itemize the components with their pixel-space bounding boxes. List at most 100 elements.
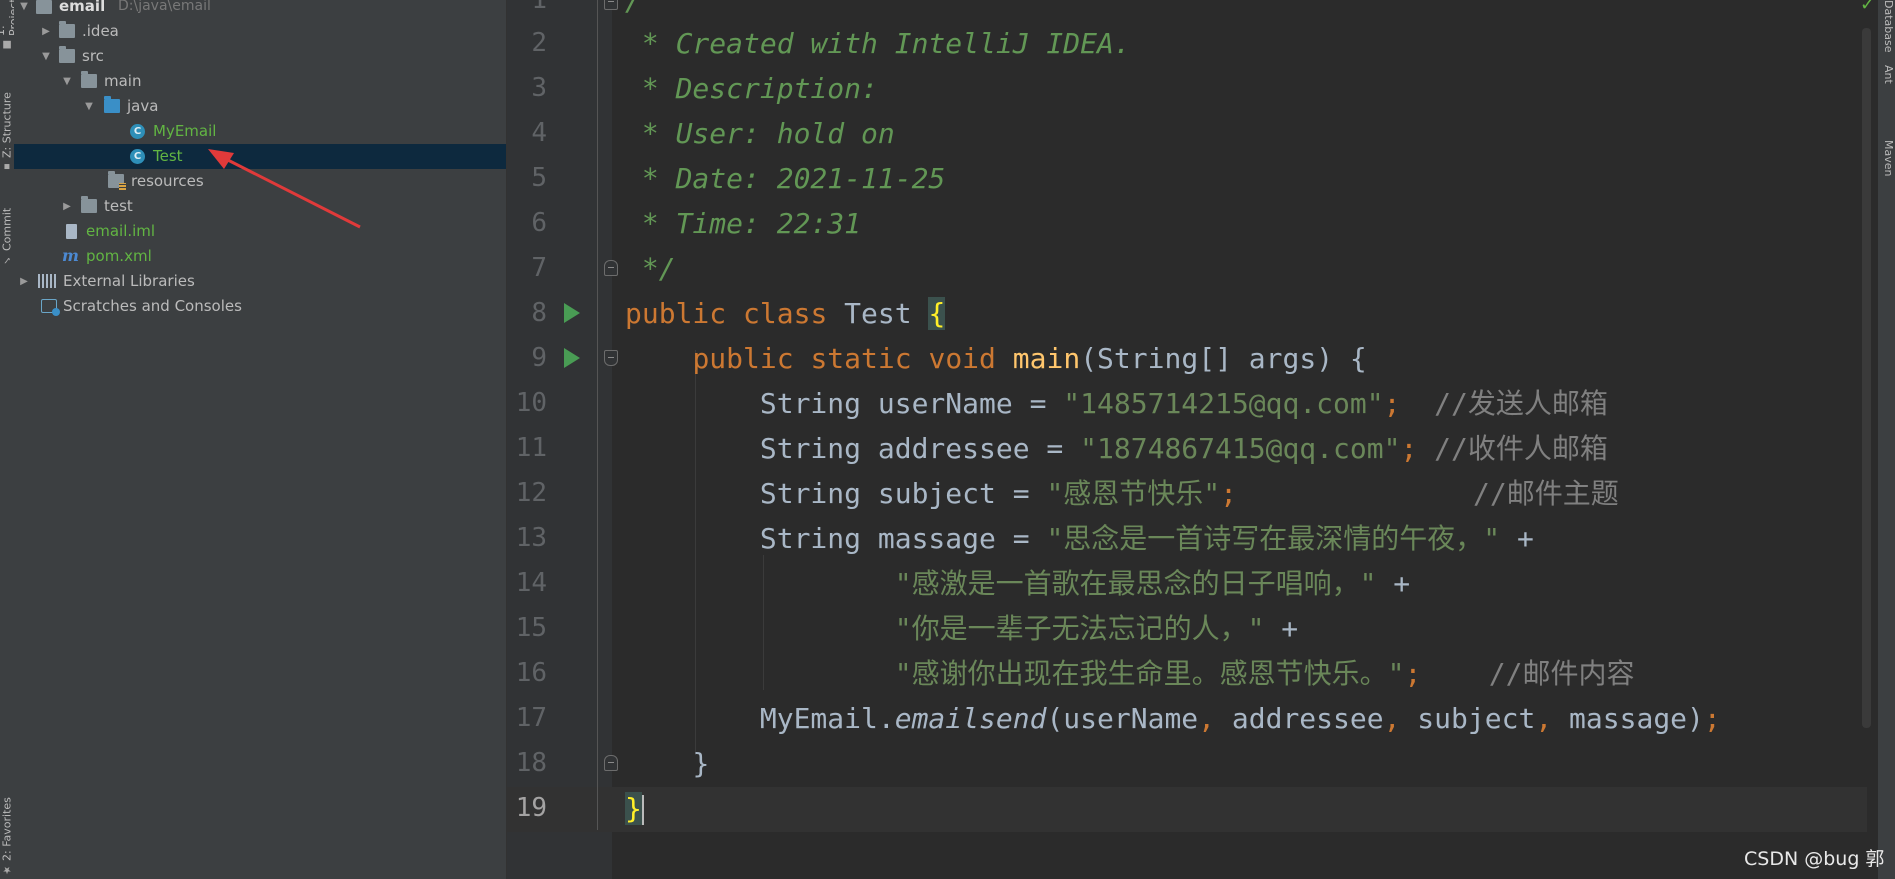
comma: ,	[1383, 702, 1401, 735]
code-line-15[interactable]: "你是一辈子无法忘记的人，" +	[625, 606, 1298, 651]
argument: subject	[1400, 702, 1536, 735]
tree-item-java[interactable]: ▼ java	[14, 94, 506, 119]
line-number: 9	[531, 343, 547, 373]
matched-brace: }	[625, 792, 642, 825]
line-number: 13	[515, 523, 547, 553]
class-name: Test	[844, 297, 912, 330]
line-number: 18	[515, 748, 547, 778]
argument: addressee	[1215, 702, 1384, 735]
tree-item-external-libraries[interactable]: ▶ External Libraries	[14, 269, 506, 294]
ant-tool-tab[interactable]: Ant	[1879, 65, 1895, 125]
code-line-8[interactable]: public class Test {	[625, 291, 946, 336]
chevron-right-icon[interactable]: ▶	[18, 269, 30, 294]
gutter-separator	[597, 0, 598, 830]
code-text: String userName =	[759, 387, 1064, 420]
maven-tool-tab[interactable]: Maven	[1879, 140, 1895, 220]
tree-item-myemail[interactable]: C MyEmail	[14, 119, 506, 144]
matched-brace: {	[928, 297, 946, 330]
chevron-right-icon[interactable]: ▶	[40, 19, 52, 44]
chevron-down-icon[interactable]: ▼	[83, 94, 95, 119]
line-number: 12	[515, 478, 547, 508]
fold-marker-icon[interactable]	[604, 0, 618, 10]
fold-marker-icon[interactable]	[604, 350, 618, 366]
line-number: 7	[531, 253, 547, 283]
line-number: 3	[531, 73, 547, 103]
string-literal: "感激是一首歌在最思念的日子唱响，"	[894, 567, 1377, 600]
module-folder-icon	[36, 0, 52, 14]
tree-item-label: External Libraries	[63, 272, 195, 290]
chevron-down-icon[interactable]: ▼	[18, 0, 30, 19]
commit-tab-label: Commit	[0, 207, 14, 251]
tree-item-src[interactable]: ▼ src	[14, 44, 506, 69]
folder-icon	[59, 46, 75, 63]
string-literal: "思念是一首诗写在最深情的午夜，"	[1046, 522, 1501, 555]
line-number-current: 19	[515, 793, 547, 823]
fold-marker-icon[interactable]	[604, 755, 618, 771]
code-line-10[interactable]: String userName = "1485714215@qq.com"; /…	[625, 381, 1608, 426]
keyword: void	[928, 342, 996, 375]
annotation-arrow-icon	[208, 149, 361, 229]
code-line-12[interactable]: String subject = "感恩节快乐"; //邮件主题	[625, 471, 1619, 516]
code-line-6[interactable]: * Time: 22:31	[625, 201, 861, 246]
tree-root-email[interactable]: ▼ email D:\java\email	[14, 0, 506, 19]
code-line-16[interactable]: "感谢你出现在我生命里。感恩节快乐。"; //邮件内容	[625, 651, 1635, 696]
chevron-down-icon[interactable]: ▼	[40, 44, 52, 69]
code-line-2[interactable]: * Created with IntelliJ IDEA.	[625, 21, 1131, 66]
commit-tool-tab[interactable]: ✓ Commit	[0, 195, 14, 265]
code-line-5[interactable]: * Date: 2021-11-25	[625, 156, 945, 201]
tree-item-pom[interactable]: m pom.xml	[14, 244, 506, 269]
module-file-icon	[66, 224, 77, 239]
tree-item-idea[interactable]: ▶ .idea	[14, 19, 506, 44]
code-line-18[interactable]: }	[625, 741, 709, 786]
favorites-tool-tab[interactable]: ★ 2: Favorites	[0, 765, 14, 875]
string-literal: "1485714215@qq.com"	[1063, 387, 1384, 420]
watermark: CSDN @bug 郭	[1744, 848, 1885, 870]
tree-item-label: pom.xml	[86, 247, 152, 265]
tree-item-scratches[interactable]: Scratches and Consoles	[14, 294, 506, 319]
code-line-17[interactable]: MyEmail.emailsend(userName, addressee, s…	[625, 696, 1721, 741]
database-tool-tab[interactable]: Database	[1879, 0, 1895, 55]
project-tool-tab[interactable]: ■ 1: Project	[0, 0, 20, 50]
inspection-ok-icon[interactable]: ✓	[1860, 0, 1875, 15]
run-class-icon[interactable]	[564, 303, 580, 323]
code-text: String addressee =	[759, 432, 1081, 465]
folder-icon	[81, 196, 97, 213]
tree-root-label: email	[59, 0, 106, 15]
code-line-7[interactable]: */	[625, 246, 676, 291]
code-line-14[interactable]: "感激是一首歌在最思念的日子唱响，" +	[625, 561, 1410, 606]
semicolon: ;	[1220, 477, 1238, 510]
fold-marker-icon[interactable]	[604, 260, 618, 276]
code-line-9[interactable]: public static void main(String[] args) {	[625, 336, 1366, 381]
argument: (userName	[1046, 702, 1199, 735]
tree-root-path: D:\java\email	[118, 0, 211, 14]
chevron-right-icon[interactable]: ▶	[61, 194, 73, 219]
chevron-down-icon[interactable]: ▼	[61, 69, 73, 94]
code-line-11[interactable]: String addressee = "1874867415@qq.com"; …	[625, 426, 1608, 471]
editor-scrollbar[interactable]	[1862, 28, 1871, 728]
tree-item-label: email.iml	[86, 222, 156, 240]
tree-item-main[interactable]: ▼ main	[14, 69, 506, 94]
tree-item-label: Scratches and Consoles	[63, 297, 242, 315]
current-line-highlight	[507, 787, 1867, 832]
keyword: public	[625, 297, 727, 330]
commit-tab-icon: ✓	[1, 254, 13, 265]
line-number: 15	[515, 613, 547, 643]
tree-item-label: src	[82, 47, 104, 65]
code-line-4[interactable]: * User: hold on	[625, 111, 895, 156]
favorites-tab-label: 2: Favorites	[0, 797, 14, 861]
keyword: public	[692, 342, 794, 375]
closing-brace: }	[692, 747, 710, 780]
code-line-19[interactable]: }	[625, 786, 644, 831]
code-line-1[interactable]: /	[625, 0, 642, 23]
text-caret	[641, 795, 644, 825]
string-literal: "感恩节快乐"	[1046, 477, 1221, 510]
class-reference: MyEmail.	[759, 702, 895, 735]
static-method-call: emailsend	[894, 702, 1047, 735]
project-panel: ▼ email D:\java\email ▶ .idea ▼ src ▼ ma…	[14, 0, 507, 879]
run-main-icon[interactable]	[564, 348, 580, 368]
structure-tool-tab[interactable]: ▪ Z: Structure	[0, 72, 14, 172]
code-line-13[interactable]: String massage = "思念是一首诗写在最深情的午夜，" +	[625, 516, 1534, 561]
line-number: 4	[531, 118, 547, 148]
folder-icon	[59, 21, 75, 38]
code-line-3[interactable]: * Description:	[625, 66, 878, 111]
